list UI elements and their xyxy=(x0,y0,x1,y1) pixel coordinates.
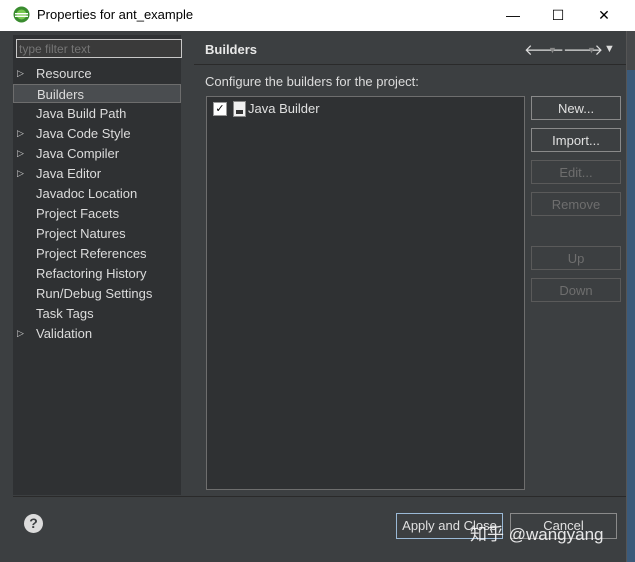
builder-label: Java Builder xyxy=(248,101,320,116)
tree-item-label: Refactoring History xyxy=(36,266,147,281)
tree-item-project-natures[interactable]: Project Natures xyxy=(13,224,181,243)
header-divider xyxy=(194,64,626,65)
expand-arrow-icon[interactable]: ▷ xyxy=(17,64,24,83)
tree-item-label: Project Facets xyxy=(36,206,120,221)
tree-item-resource[interactable]: ▷ Resource xyxy=(13,64,181,83)
down-button[interactable]: Down xyxy=(531,278,621,302)
remove-button[interactable]: Remove xyxy=(531,192,621,216)
up-button[interactable]: Up xyxy=(531,246,621,270)
tree-item-label: Java Compiler xyxy=(36,146,120,161)
expand-arrow-icon[interactable]: ▷ xyxy=(17,324,24,343)
edit-button[interactable]: Edit... xyxy=(531,160,621,184)
tree-item-label: Javadoc Location xyxy=(36,186,138,201)
close-icon[interactable]: ✕ xyxy=(581,0,627,31)
expand-arrow-icon[interactable]: ▷ xyxy=(17,124,24,143)
tree-item-label: Resource xyxy=(36,66,92,81)
forward-arrow-icon[interactable]: 🡒 xyxy=(563,40,603,59)
back-dropdown-icon[interactable]: ▼ xyxy=(548,45,557,55)
import-button[interactable]: Import... xyxy=(531,128,621,152)
watermark: 知乎 @wangyang xyxy=(470,525,604,544)
tree-item-task-tags[interactable]: Task Tags xyxy=(13,304,181,323)
tree-item-run-debug-settings[interactable]: Run/Debug Settings xyxy=(13,284,181,303)
expand-arrow-icon[interactable]: ▷ xyxy=(17,164,24,183)
tree-item-java-editor[interactable]: ▷ Java Editor xyxy=(13,164,181,183)
tree-item-label: Project References xyxy=(36,246,147,261)
tree-item-label: Validation xyxy=(36,326,93,341)
tree-item-refactoring-history[interactable]: Refactoring History xyxy=(13,264,181,283)
tree-item-label: Java Editor xyxy=(36,166,102,181)
tree-item-java-build-path[interactable]: Java Build Path xyxy=(13,104,181,123)
maximize-icon[interactable]: ☐ xyxy=(535,0,581,31)
tree-item-java-compiler[interactable]: ▷ Java Compiler xyxy=(13,144,181,163)
tree-item-javadoc-location[interactable]: Javadoc Location xyxy=(13,184,181,203)
title-bar: Properties for ant_example — ☐ ✕ xyxy=(0,0,635,31)
window-title: Properties for ant_example xyxy=(37,7,194,22)
eclipse-icon xyxy=(13,6,30,23)
tree-item-label: Project Natures xyxy=(36,226,126,241)
expand-arrow-icon[interactable]: ▷ xyxy=(17,144,24,163)
forward-dropdown-icon[interactable]: ▼ xyxy=(587,45,596,55)
new-button[interactable]: New... xyxy=(531,96,621,120)
page-title: Builders xyxy=(205,42,258,57)
tree-item-project-facets[interactable]: Project Facets xyxy=(13,204,181,223)
builder-checkbox[interactable]: ✓ xyxy=(213,102,227,116)
java-builder-icon xyxy=(233,101,246,117)
tree-item-label: Java Code Style xyxy=(36,126,131,141)
tree-item-validation[interactable]: ▷ Validation xyxy=(13,324,181,343)
tree-item-label: Java Build Path xyxy=(36,106,127,121)
filter-input[interactable] xyxy=(16,39,182,58)
tree-item-project-references[interactable]: Project References xyxy=(13,244,181,263)
background-editor-strip xyxy=(626,30,635,562)
tree-item-label: Builders xyxy=(37,87,84,102)
minimize-icon[interactable]: — xyxy=(490,0,536,31)
tree-item-builders[interactable]: Builders xyxy=(13,84,181,103)
help-icon[interactable]: ? xyxy=(24,514,43,533)
tree-item-label: Run/Debug Settings xyxy=(36,286,153,301)
footer-divider xyxy=(13,496,626,497)
page-description: Configure the builders for the project: xyxy=(205,74,419,89)
view-menu-icon[interactable]: ▼ xyxy=(604,43,615,55)
builders-list[interactable] xyxy=(206,96,525,490)
back-arrow-icon[interactable]: 🡐 xyxy=(524,40,564,59)
background-editor-strip-top xyxy=(626,30,635,70)
tree-item-java-code-style[interactable]: ▷ Java Code Style xyxy=(13,124,181,143)
tree-item-label: Task Tags xyxy=(36,306,94,321)
